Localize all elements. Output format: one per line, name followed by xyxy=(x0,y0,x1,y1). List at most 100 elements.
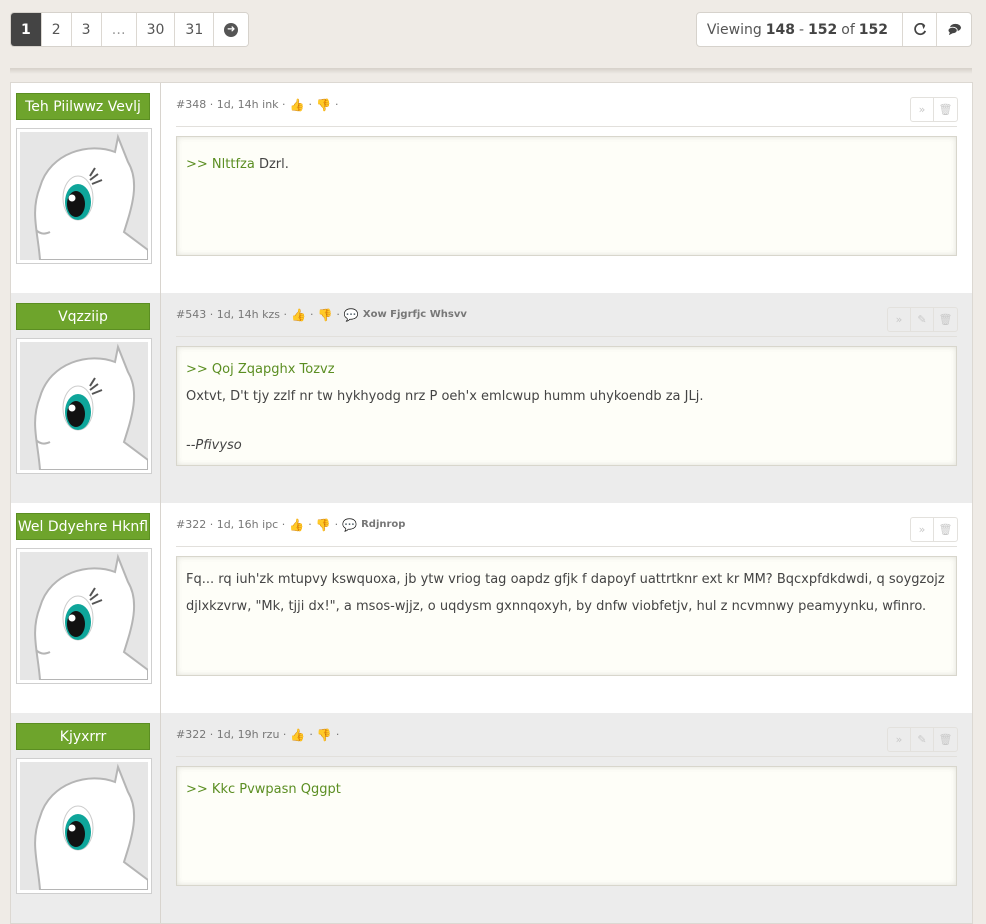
comment-icon: 💬 xyxy=(342,517,358,532)
quote-link[interactable]: >> Qoj Zqapghx Tozvz xyxy=(186,362,335,377)
page-30-button[interactable]: 30 xyxy=(136,13,176,46)
post: Teh Piilwwz Vevlj #348 · 1d, 14h ink · 👍 xyxy=(11,83,972,293)
post-meta: #322 · 1d, 16h ipc · 👍 · 👎 · 💬 Rdjnrop xyxy=(176,503,957,547)
reply-to-link[interactable]: Xow Fjgrfjc Whsvv xyxy=(363,309,467,320)
pony-avatar-icon xyxy=(20,762,149,891)
thumbs-down-icon[interactable]: 👎 xyxy=(317,308,332,322)
pagination: 1 2 3 … 30 31 ➜ xyxy=(10,12,250,47)
post-id-link[interactable]: #543 · 1d, 14h kzs · xyxy=(176,308,287,321)
quote-link[interactable]: >> Nlttfza xyxy=(186,157,255,172)
reply-to-link[interactable]: Rdjnrop xyxy=(361,519,405,530)
thumbs-down-icon[interactable]: 👎 xyxy=(316,98,331,112)
delete-button[interactable]: 🗑 xyxy=(934,728,957,751)
post-content: #348 · 1d, 14h ink · 👍 · 👎 · » 🗑 >> Nltt… xyxy=(161,83,972,293)
page-ellipsis: … xyxy=(101,13,137,46)
avatar[interactable] xyxy=(16,548,152,684)
viewing-from: 148 xyxy=(765,21,795,38)
thumbs-up-icon[interactable]: 👍 xyxy=(290,98,305,112)
post-actions: » ✎ 🗑 xyxy=(887,307,958,332)
edit-button[interactable]: ✎ xyxy=(911,728,934,751)
refresh-button[interactable] xyxy=(903,13,937,46)
pony-avatar-icon xyxy=(20,342,149,471)
reply-button[interactable] xyxy=(937,13,971,46)
post: Vqzziip #543 · 1d, 14h kzs · 👍 · 👎 · 💬 X… xyxy=(11,293,972,503)
viewing-of: of xyxy=(841,21,855,38)
thumbs-up-icon[interactable]: 👍 xyxy=(290,728,305,742)
post-text: Dzrl. xyxy=(254,157,289,172)
post-text: Oxtvt, D't tjy zzlf nr tw hykhyodg nrz P… xyxy=(186,389,704,404)
user-box: Vqzziip xyxy=(11,293,161,503)
delete-button[interactable]: 🗑 xyxy=(934,98,957,121)
viewing-bar: Viewing 148 - 152 of 152 xyxy=(695,12,972,47)
post-body: >> Qoj Zqapghx Tozvz Oxtvt, D't tjy zzlf… xyxy=(176,346,957,466)
post: Wel Ddyehre Hknfl #322 · 1d, 16h ipc · 👍 xyxy=(11,503,972,713)
trash-icon: 🗑 xyxy=(938,313,953,326)
post-list: Teh Piilwwz Vevlj #348 · 1d, 14h ink · 👍 xyxy=(10,82,973,924)
comment-icon: 💬 xyxy=(343,307,359,322)
signature: --Pfivyso xyxy=(186,438,242,453)
trash-icon: 🗑 xyxy=(938,103,953,116)
post-body: Fq... rq iuh'zk mtupvy kswquoxa, jb ytw … xyxy=(176,556,957,676)
username-button[interactable]: Vqzziip xyxy=(16,303,150,330)
refresh-icon xyxy=(913,22,926,35)
comments-icon xyxy=(947,23,961,36)
post-id-link[interactable]: #348 · 1d, 14h ink · xyxy=(176,98,286,111)
quote-button[interactable]: » xyxy=(888,728,911,751)
pencil-icon: ✎ xyxy=(917,733,927,746)
post-actions: » 🗑 xyxy=(910,97,958,122)
username-button[interactable]: Kjyxrrr xyxy=(16,723,150,750)
avatar[interactable] xyxy=(16,758,152,894)
username-button[interactable]: Wel Ddyehre Hknfl xyxy=(16,513,150,540)
double-chevron-icon: » xyxy=(918,523,926,536)
delete-button[interactable]: 🗑 xyxy=(934,308,957,331)
page-2-button[interactable]: 2 xyxy=(41,13,72,46)
page-3-button[interactable]: 3 xyxy=(71,13,102,46)
quote-button[interactable]: » xyxy=(911,518,934,541)
thumbs-down-icon[interactable]: 👎 xyxy=(316,518,331,532)
post-actions: » ✎ 🗑 xyxy=(887,727,958,752)
quote-button[interactable]: » xyxy=(911,98,934,121)
thumbs-up-icon[interactable]: 👍 xyxy=(289,518,304,532)
post-meta: #322 · 1d, 19h rzu · 👍 · 👎 · xyxy=(176,713,957,757)
user-box: Wel Ddyehre Hknfl xyxy=(11,503,161,713)
post-id-link[interactable]: #322 · 1d, 19h rzu · xyxy=(176,728,286,741)
viewing-dash: - xyxy=(798,21,805,38)
quote-link[interactable]: >> Kkc Pvwpasn Qggpt xyxy=(186,782,341,797)
post-actions: » 🗑 xyxy=(910,517,958,542)
post-content: #322 · 1d, 19h rzu · 👍 · 👎 · » ✎ 🗑 >> Kk… xyxy=(161,713,972,923)
double-chevron-icon: » xyxy=(918,103,926,116)
pony-avatar-icon xyxy=(20,552,149,681)
post-id-link[interactable]: #322 · 1d, 16h ipc · xyxy=(176,518,285,531)
viewing-to: 152 xyxy=(808,21,838,38)
pony-avatar-icon xyxy=(20,132,149,261)
post-meta: #543 · 1d, 14h kzs · 👍 · 👎 · 💬 Xow Fjgrf… xyxy=(176,293,957,337)
post-body: >> Nlttfza Dzrl. xyxy=(176,136,957,256)
quote-button[interactable]: » xyxy=(888,308,911,331)
thumbs-up-icon[interactable]: 👍 xyxy=(291,308,306,322)
divider xyxy=(10,68,972,74)
double-chevron-icon: » xyxy=(895,733,903,746)
user-box: Kjyxrrr xyxy=(11,713,161,923)
viewing-total: 152 xyxy=(858,21,888,38)
double-chevron-icon: » xyxy=(895,313,903,326)
post-text: Fq... rq iuh'zk mtupvy kswquoxa, jb ytw … xyxy=(186,572,945,614)
delete-button[interactable]: 🗑 xyxy=(934,518,957,541)
post-meta: #348 · 1d, 14h ink · 👍 · 👎 · xyxy=(176,83,957,127)
trash-icon: 🗑 xyxy=(938,733,953,746)
pencil-icon: ✎ xyxy=(917,313,927,326)
edit-button[interactable]: ✎ xyxy=(911,308,934,331)
post-content: #543 · 1d, 14h kzs · 👍 · 👎 · 💬 Xow Fjgrf… xyxy=(161,293,972,503)
viewing-range: Viewing 148 - 152 of 152 xyxy=(697,13,903,46)
user-box: Teh Piilwwz Vevlj xyxy=(11,83,161,293)
next-page-button[interactable]: ➜ xyxy=(214,13,249,46)
post: Kjyxrrr #322 · 1d, 19h rzu · 👍 · 👎 · » ✎… xyxy=(11,713,972,923)
avatar[interactable] xyxy=(16,128,152,264)
page-1-button[interactable]: 1 xyxy=(11,13,42,46)
avatar[interactable] xyxy=(16,338,152,474)
thumbs-down-icon[interactable]: 👎 xyxy=(317,728,332,742)
post-body: >> Kkc Pvwpasn Qggpt xyxy=(176,766,957,886)
username-button[interactable]: Teh Piilwwz Vevlj xyxy=(16,93,150,120)
trash-icon: 🗑 xyxy=(938,523,953,536)
page-31-button[interactable]: 31 xyxy=(175,13,215,46)
post-content: #322 · 1d, 16h ipc · 👍 · 👎 · 💬 Rdjnrop »… xyxy=(161,503,972,713)
